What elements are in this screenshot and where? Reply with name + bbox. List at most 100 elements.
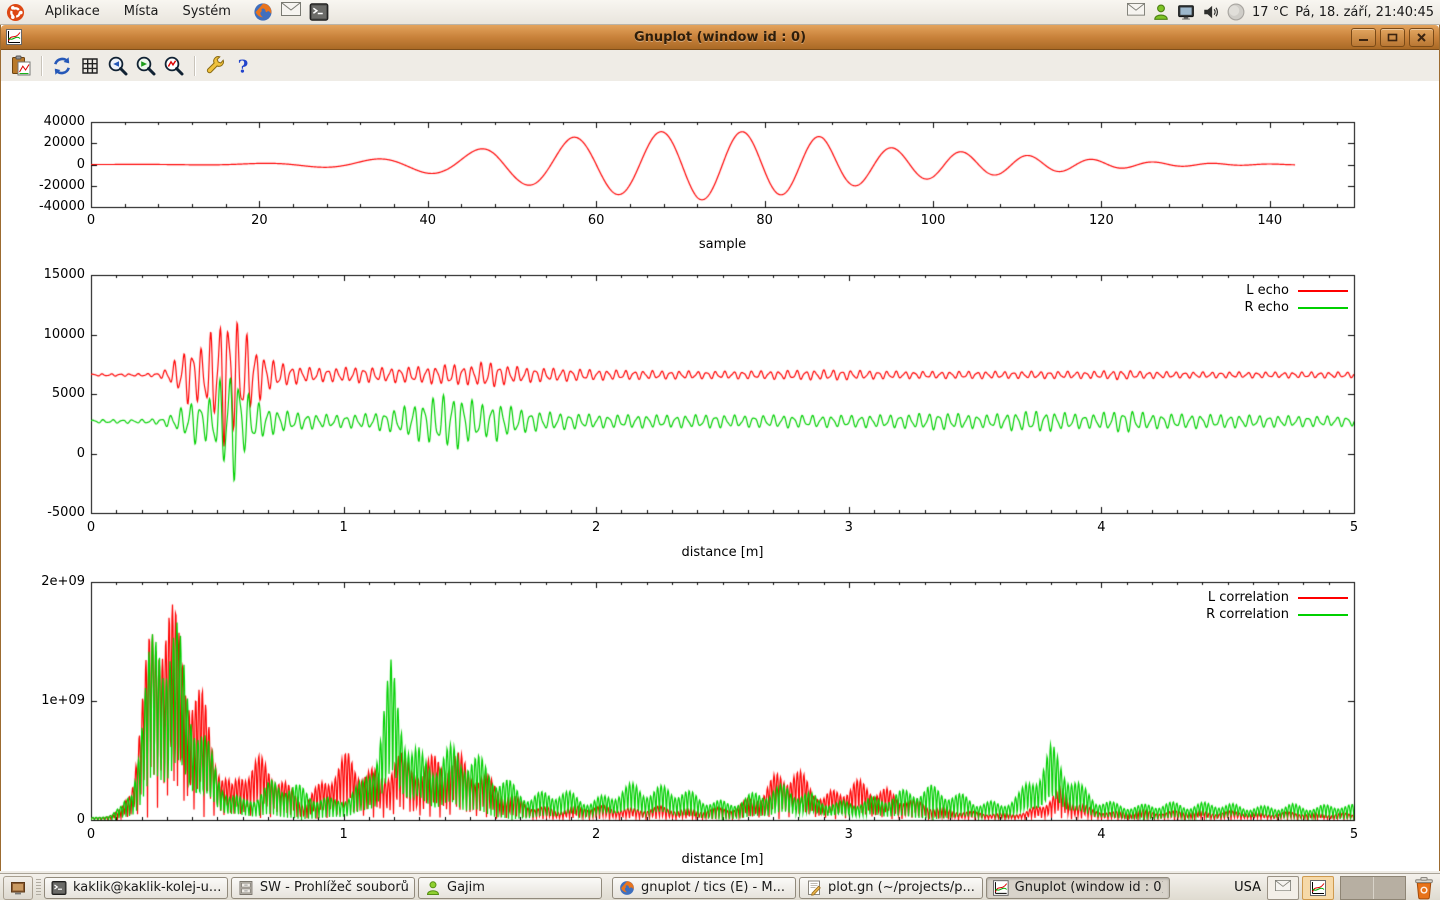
task-button-4[interactable]: gnuplot / tics (E) - M... (612, 877, 796, 899)
close-button[interactable] (1409, 28, 1434, 47)
x-tick-label: 120 (1089, 213, 1114, 228)
weather-icon[interactable] (1227, 3, 1245, 21)
next-zoom-button[interactable] (133, 53, 159, 79)
terminal-icon (51, 880, 67, 896)
trash-icon[interactable] (1412, 875, 1436, 900)
x-tick-label: 3 (845, 520, 853, 535)
legend: L echo R echo (1244, 284, 1348, 314)
legend-line-sample (1298, 290, 1348, 292)
x-tick-label: 100 (921, 213, 946, 228)
menu-místa[interactable]: Místa (112, 0, 171, 24)
x-tick-label: 40 (420, 213, 437, 228)
status-icons (1127, 3, 1245, 21)
x-axis-label: distance [m] (681, 545, 763, 560)
legend-line-sample (1298, 597, 1348, 599)
titlebar[interactable]: Gnuplot (window id : 0) (1, 25, 1439, 50)
toolbar-separator (194, 56, 195, 76)
y-tick-label: 1e+09 (29, 693, 85, 708)
window-title: Gnuplot (window id : 0) (1, 30, 1439, 45)
firefox-launcher-icon[interactable] (253, 2, 273, 22)
legend-label: R echo (1244, 300, 1289, 315)
x-tick-label: 60 (588, 213, 605, 228)
maximize-button[interactable] (1380, 28, 1405, 47)
presence-icon[interactable] (1152, 3, 1170, 21)
y-tick-label: 0 (29, 812, 85, 827)
minimize-button[interactable] (1351, 28, 1376, 47)
menu-systém[interactable]: Systém (170, 0, 242, 24)
x-tick-label: 5 (1350, 520, 1358, 535)
panel-launchers (253, 2, 329, 22)
legend-entry: R echo (1244, 301, 1348, 314)
legend: L correlation R correlation (1206, 591, 1348, 621)
x-tick-label: 4 (1097, 827, 1105, 842)
x-tick-label: 0 (87, 520, 95, 535)
firefox-icon (619, 880, 635, 896)
gnuplot-window: Gnuplot (window id : 0) ? 02040608010012… (0, 25, 1440, 871)
volume-icon[interactable] (1202, 3, 1220, 21)
x-tick-label: 80 (756, 213, 773, 228)
legend-entry: L echo (1244, 284, 1348, 297)
task-label: SW - Prohlížeč souborů (260, 880, 408, 895)
task-button-6[interactable]: Gnuplot (window id : 0) (986, 877, 1170, 899)
settings-button[interactable] (202, 53, 228, 79)
mail-launcher-icon[interactable] (281, 2, 301, 22)
show-desktop-icon (10, 880, 26, 896)
task-button-3[interactable]: Gajim (418, 877, 602, 899)
x-tick-label: 4 (1097, 520, 1105, 535)
legend-label: L correlation (1208, 590, 1289, 605)
y-tick-label: 2e+09 (29, 574, 85, 589)
gnuplot-toolbar: ? (1, 50, 1439, 82)
legend-line-sample (1298, 307, 1348, 309)
x-tick-label: 3 (845, 827, 853, 842)
y-tick-label: 5000 (29, 386, 85, 401)
replot-button[interactable] (49, 53, 75, 79)
mail-icon (1275, 880, 1291, 896)
legend-entry: L correlation (1206, 591, 1348, 604)
task-button-2[interactable]: SW - Prohlížeč souborů (231, 877, 415, 899)
help-button[interactable]: ? (230, 53, 256, 79)
x-tick-label: 2 (592, 520, 600, 535)
y-tick-label: 0 (29, 446, 85, 461)
display-icon[interactable] (1177, 3, 1195, 21)
unzoom-button[interactable] (161, 53, 187, 79)
clock-label[interactable]: Pá, 18. září, 21:40:45 (1295, 5, 1434, 20)
menu-aplikace[interactable]: Aplikace (33, 0, 112, 24)
tray-gnuplot[interactable] (1302, 876, 1334, 900)
gajim-icon (425, 880, 441, 896)
x-tick-label: 0 (87, 827, 95, 842)
keyboard-layout-indicator[interactable]: USA (1234, 880, 1261, 895)
ubuntu-logo-icon[interactable] (6, 3, 25, 22)
workspace-2[interactable] (1373, 877, 1406, 899)
legend-line-sample (1298, 614, 1348, 616)
x-tick-label: 140 (1257, 213, 1282, 228)
tasklist-grip[interactable] (36, 879, 41, 897)
toolbar-separator (41, 56, 42, 76)
y-tick-label: 20000 (29, 135, 85, 150)
y-tick-label: -20000 (29, 178, 85, 193)
copy-to-clipboard-button[interactable] (8, 53, 34, 79)
task-button-1[interactable]: kaklik@kaklik-kolej-u... (44, 877, 228, 899)
workspace-1[interactable] (1341, 877, 1373, 899)
previous-zoom-button[interactable] (105, 53, 131, 79)
plot-area: 020406080100120140-40000-200000200004000… (1, 81, 1439, 870)
tray-mail[interactable] (1267, 876, 1299, 900)
mail-notification-icon[interactable] (1127, 3, 1145, 21)
plot-canvas[interactable] (1, 81, 1439, 870)
x-axis-label: distance [m] (681, 852, 763, 867)
task-label: Gajim (447, 880, 485, 895)
task-label: plot.gn (~/projects/p... (828, 880, 975, 895)
x-axis-label: sample (699, 237, 746, 252)
workspace-switcher[interactable] (1340, 876, 1406, 900)
gnome-top-panel: AplikaceMístaSystém 17 °C Pá, 18. září, … (0, 0, 1440, 25)
x-tick-label: 1 (339, 520, 347, 535)
task-button-5[interactable]: plot.gn (~/projects/p... (799, 877, 983, 899)
taskbar-right: USA (1234, 875, 1440, 900)
toggle-grid-button[interactable] (77, 53, 103, 79)
terminal-launcher-icon[interactable] (309, 2, 329, 22)
svg-text:?: ? (238, 56, 249, 77)
show-desktop-button[interactable] (3, 876, 33, 900)
y-tick-label: 10000 (29, 327, 85, 342)
y-tick-label: -5000 (29, 505, 85, 520)
panel-status-area: 17 °C Pá, 18. září, 21:40:45 (1127, 3, 1440, 21)
legend-label: R correlation (1206, 607, 1289, 622)
